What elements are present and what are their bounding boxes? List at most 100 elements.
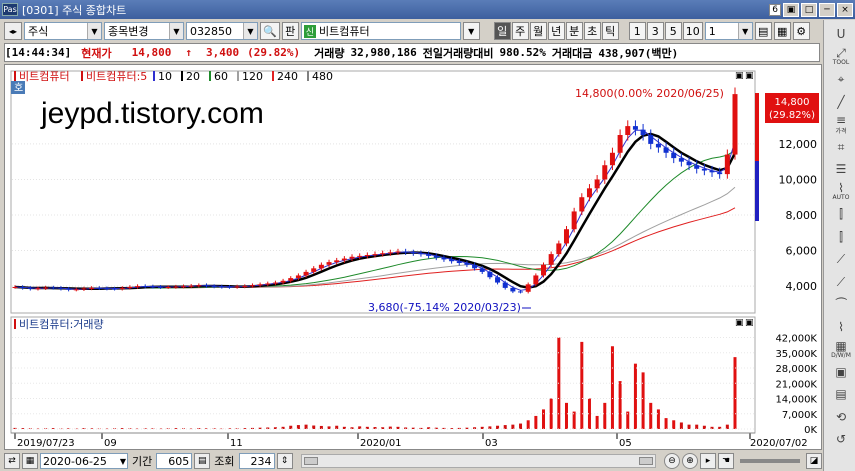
search-icon[interactable]: 🔍: [260, 22, 280, 40]
sidebar-tool-9[interactable]: ⫿: [830, 227, 852, 247]
chevron-down-icon[interactable]: ▼: [462, 22, 480, 40]
unit-button-3[interactable]: 10: [682, 22, 703, 40]
period-tab-3[interactable]: 년: [547, 22, 565, 40]
save-icon[interactable]: ▤: [754, 22, 772, 40]
sidebar-tool-18[interactable]: ↺: [830, 429, 852, 449]
candle-body: [510, 287, 516, 292]
tool-icon: ⌖: [837, 72, 845, 86]
sidebar-tool-0[interactable]: U: [830, 24, 852, 44]
gear-icon[interactable]: ⚙: [792, 22, 810, 40]
legend-ma-120: 120: [242, 70, 263, 83]
zoom-out-icon[interactable]: ⊕: [682, 453, 698, 469]
unit-button-0[interactable]: 1: [628, 22, 646, 40]
unit-value-select[interactable]: 1 ▼: [704, 22, 753, 40]
left-right-arrows-icon[interactable]: ◂▸: [4, 22, 22, 40]
candle-body: [464, 263, 470, 265]
y-tick-label: 8,000: [786, 209, 818, 222]
period-tab-5[interactable]: 초: [583, 22, 601, 40]
view-count-input[interactable]: 234: [238, 453, 275, 469]
candle-body: [43, 287, 49, 289]
sidebar-tool-4[interactable]: ≡ 가격: [830, 114, 852, 135]
sidebar-tool-16[interactable]: ▤: [830, 384, 852, 404]
sidebar-tool-7[interactable]: ⌇ AUTO: [830, 182, 852, 202]
scroll-track[interactable]: [300, 454, 656, 468]
volume-bar: [610, 346, 614, 429]
sidebar-tool-12[interactable]: ⏜: [830, 294, 852, 314]
candle-body: [142, 286, 148, 288]
sidebar-tool-2[interactable]: ⌖: [830, 69, 852, 89]
restore-icon[interactable]: ▣: [783, 2, 799, 17]
zoom-in-icon[interactable]: ⊖: [664, 453, 680, 469]
view-label: 조회: [214, 455, 235, 468]
scroll-left-icon[interactable]: [303, 457, 318, 465]
period-tab-1[interactable]: 주: [511, 22, 529, 40]
reset-icon[interactable]: ◪: [806, 453, 822, 469]
period-input[interactable]: 605: [156, 453, 193, 469]
period-tab-6[interactable]: 틱: [601, 22, 619, 40]
zoom-slider[interactable]: [740, 459, 800, 463]
sidebar-tool-11[interactable]: ⟋: [830, 272, 852, 292]
sidebar-tool-5[interactable]: ⌗: [830, 137, 852, 157]
y-tick-label: 4,000: [786, 280, 818, 293]
market-type-select[interactable]: 주식 ▼: [24, 22, 102, 40]
candle-body: [487, 271, 493, 278]
price-volume-chart[interactable]: 4,000 6,000 8,000 10,000 12,000 0K 7,000K 14,0…: [5, 65, 823, 451]
tool-label: TOOL: [832, 59, 850, 66]
calendar-icon[interactable]: ▦: [22, 453, 38, 469]
scroll-right-icon[interactable]: [639, 457, 653, 465]
search-mode-select[interactable]: 종목변경 ▼: [104, 22, 184, 40]
volume-restore-icon[interactable]: ▣: [735, 318, 744, 328]
grid-icon[interactable]: ▦: [773, 22, 791, 40]
candle-body: [249, 285, 255, 287]
drawing-tool-sidebar: U ⤢ TOOL ⌖ ╱ ≡ 가격 ⌗ ☰ ⌇ AUTO ⫿ ⫿ ⟋ ⟋ ⏜ ⌇ ▦ D/W/M ▣ ▤ ⟲ ↺: [823, 20, 855, 471]
pan-button[interactable]: 판: [281, 22, 299, 40]
current-price: 14,800: [131, 46, 172, 59]
candle-body: [594, 179, 600, 189]
volume-bar: [695, 424, 699, 429]
maximize-icon[interactable]: □: [801, 2, 817, 17]
panel-close-icon[interactable]: ▣: [745, 71, 754, 81]
stepper-icon[interactable]: ⇕: [276, 453, 293, 469]
period-tab-4[interactable]: 분: [565, 22, 583, 40]
tool-icon: ☰: [835, 162, 847, 176]
candle-body: [341, 258, 347, 261]
volume-tick-label: 21,000K: [775, 379, 817, 390]
unit-button-2[interactable]: 5: [664, 22, 682, 40]
ma-line: [14, 132, 737, 291]
hand-icon[interactable]: ☚: [718, 453, 734, 469]
sidebar-tool-3[interactable]: ╱: [830, 92, 852, 112]
sidebar-tool-6[interactable]: ☰: [830, 159, 852, 179]
candle-body: [563, 229, 569, 244]
candle-body: [349, 256, 355, 259]
sidebar-tool-10[interactable]: ⟋: [830, 249, 852, 269]
volume-label: 거래량: [314, 46, 345, 60]
volume-bar: [656, 409, 660, 429]
fit-icon[interactable]: ▸: [700, 453, 716, 469]
chart-frame[interactable]: 4,000 6,000 8,000 10,000 12,000 0K 7,000K 14,0…: [4, 64, 822, 450]
unit-button-1[interactable]: 3: [646, 22, 664, 40]
unit-value: 1: [708, 24, 716, 38]
calendar-icon[interactable]: ▤: [194, 453, 211, 469]
sidebar-tool-15[interactable]: ▣: [830, 362, 852, 382]
screen-number[interactable]: 6: [769, 3, 781, 16]
volume-bar: [603, 402, 607, 429]
volume-close-icon[interactable]: ▣: [745, 318, 754, 328]
sidebar-tool-1[interactable]: ⤢ TOOL: [830, 47, 852, 67]
sidebar-tool-8[interactable]: ⫿: [830, 204, 852, 224]
stock-code-input[interactable]: 032850 ▼: [186, 22, 258, 40]
candle-body: [533, 275, 539, 285]
sidebar-tool-14[interactable]: ▦ D/W/M: [830, 339, 852, 359]
minimize-icon[interactable]: ─: [819, 2, 835, 17]
period-tab-2[interactable]: 월: [529, 22, 547, 40]
close-icon[interactable]: ×: [837, 2, 853, 17]
candle-body: [203, 285, 209, 287]
chart-type-icon[interactable]: ⇄: [4, 453, 20, 469]
sidebar-tool-13[interactable]: ⌇: [830, 317, 852, 337]
candle-body: [495, 277, 501, 283]
tool-label: AUTO: [832, 194, 850, 201]
sidebar-tool-17[interactable]: ⟲: [830, 407, 852, 427]
period-tab-0[interactable]: 일: [493, 22, 511, 40]
panel-restore-icon[interactable]: ▣: [735, 71, 744, 81]
date-input[interactable]: 2020-06-25 ▼: [40, 453, 128, 469]
candle-body: [326, 262, 332, 265]
